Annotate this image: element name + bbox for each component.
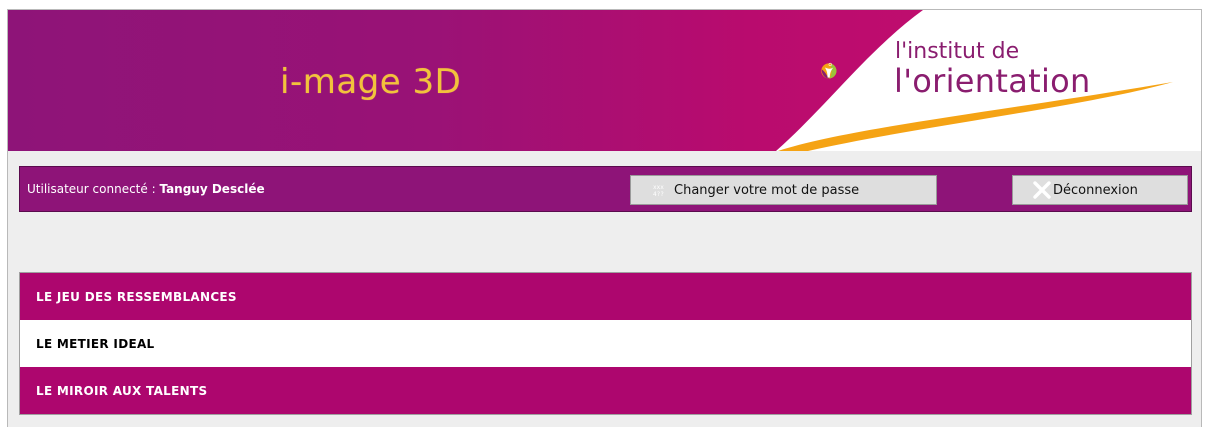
svg-text:4??: 4?? (653, 191, 664, 198)
app-title: i-mage 3D (280, 62, 462, 102)
logo-text-line1: l'institut de (895, 39, 1020, 64)
close-icon (1033, 181, 1051, 199)
logo-text-line2: l'orientation (894, 62, 1091, 100)
connected-user-label: Utilisateur connecté : Tanguy Desclée (27, 182, 265, 196)
connected-user-prefix: Utilisateur connecté : (27, 182, 160, 196)
logout-label: Déconnexion (1053, 182, 1138, 198)
user-bar: Utilisateur connecté : Tanguy Desclée xx… (19, 166, 1192, 212)
menu-item-jeu-des-ressemblances[interactable]: LE JEU DES RESSEMBLANCES (20, 273, 1191, 320)
connected-user-name: Tanguy Desclée (159, 182, 265, 196)
module-menu: LE JEU DES RESSEMBLANCES LE METIER IDEAL… (19, 272, 1192, 415)
header-banner: i-mage 3D l'institut de l'orientation (8, 10, 1201, 151)
menu-item-miroir-aux-talents[interactable]: LE MIROIR AUX TALENTS (20, 367, 1191, 414)
change-password-label: Changer votre mot de passe (674, 182, 860, 198)
app-window: i-mage 3D l'institut de l'orientation Ut… (7, 9, 1202, 427)
logout-button[interactable]: Déconnexion (1012, 175, 1188, 205)
change-password-button[interactable]: xxx 4?? Changer votre mot de passe (630, 175, 937, 205)
keypad-icon: xxx 4?? (653, 184, 664, 198)
svg-text:xxx: xxx (653, 184, 664, 191)
institut-logo (821, 62, 837, 79)
menu-item-metier-ideal[interactable]: LE METIER IDEAL (20, 320, 1191, 367)
